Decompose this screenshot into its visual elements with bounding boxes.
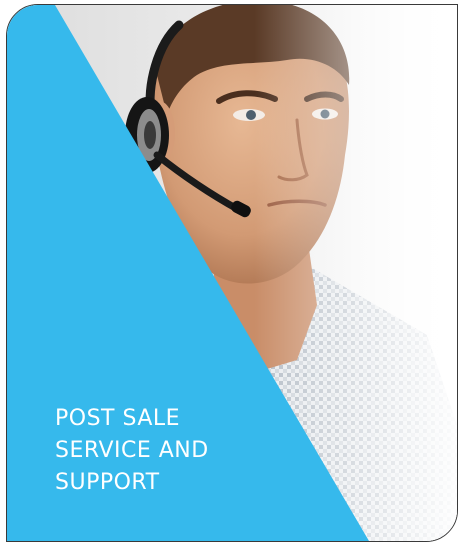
service-card[interactable]: POST SALE SERVICE AND SUPPORT [6,4,458,542]
card-title: POST SALE SERVICE AND SUPPORT [55,403,209,499]
card-title-line-2: SERVICE AND [55,438,209,463]
card-title-line-1: POST SALE [55,406,181,431]
card-title-line-3: SUPPORT [55,470,160,495]
